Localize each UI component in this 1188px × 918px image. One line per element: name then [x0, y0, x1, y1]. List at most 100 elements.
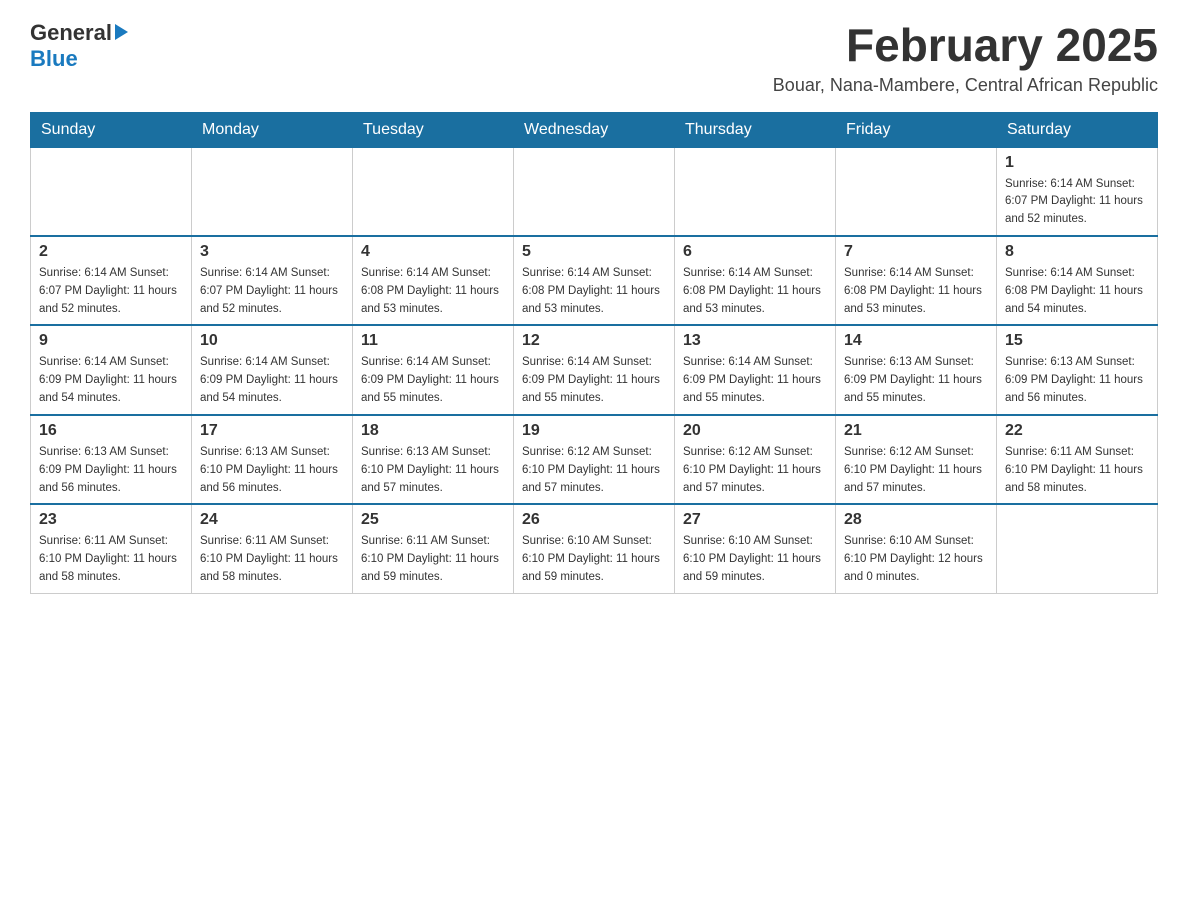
- calendar-cell: 6 Sunrise: 6:14 AM Sunset: 6:08 PM Daylig…: [675, 236, 836, 325]
- calendar-cell: 21Sunrise: 6:12 AM Sunset: 6:10 PM Dayli…: [836, 415, 997, 504]
- calendar-cell: 12 Sunrise: 6:14 AM Sunset: 6:09 PM Dayli…: [514, 325, 675, 414]
- day-info: Sunrise: 6:12 AM Sunset: 6:10 PM Dayligh…: [844, 444, 988, 497]
- calendar-cell: 27 Sunrise: 6:10 AM Sunset: 6:10 PM Dayli…: [675, 504, 836, 593]
- day-info: Sunrise: 6:14 AM Sunset: 6:08 PM Dayligh…: [522, 265, 666, 318]
- day-number: 9: [39, 332, 183, 350]
- calendar-cell: 10Sunrise: 6:14 AM Sunset: 6:09 PM Dayli…: [192, 325, 353, 414]
- weekday-header-saturday: Saturday: [997, 112, 1158, 147]
- calendar-cell: 5 Sunrise: 6:14 AM Sunset: 6:08 PM Daylig…: [514, 236, 675, 325]
- logo: General Blue: [30, 20, 128, 72]
- day-number: 6: [683, 243, 827, 261]
- calendar-week-4: 16 Sunrise: 6:13 AM Sunset: 6:09 PM Dayli…: [31, 415, 1158, 504]
- calendar-cell: [353, 147, 514, 236]
- calendar-cell: [675, 147, 836, 236]
- day-info: Sunrise: 6:14 AM Sunset: 6:07 PM Dayligh…: [1005, 176, 1149, 229]
- day-number: 27: [683, 511, 827, 529]
- calendar-cell: 28 Sunrise: 6:10 AM Sunset: 6:10 PM Dayli…: [836, 504, 997, 593]
- calendar-cell: 16 Sunrise: 6:13 AM Sunset: 6:09 PM Dayli…: [31, 415, 192, 504]
- calendar-week-5: 23 Sunrise: 6:11 AM Sunset: 6:10 PM Dayli…: [31, 504, 1158, 593]
- day-info: Sunrise: 6:14 AM Sunset: 6:09 PM Dayligh…: [361, 354, 505, 407]
- day-number: 26: [522, 511, 666, 529]
- calendar-cell: 26Sunrise: 6:10 AM Sunset: 6:10 PM Dayli…: [514, 504, 675, 593]
- day-number: 13: [683, 332, 827, 350]
- calendar-cell: [31, 147, 192, 236]
- calendar-week-1: 1 Sunrise: 6:14 AM Sunset: 6:07 PM Daylig…: [31, 147, 1158, 236]
- logo-arrow-icon: [115, 24, 128, 40]
- page-title: February 2025: [773, 20, 1158, 71]
- title-area: February 2025 Bouar, Nana-Mambere, Centr…: [773, 20, 1158, 96]
- calendar-cell: [997, 504, 1158, 593]
- calendar-cell: 3 Sunrise: 6:14 AM Sunset: 6:07 PM Daylig…: [192, 236, 353, 325]
- weekday-header-friday: Friday: [836, 112, 997, 147]
- day-number: 4: [361, 243, 505, 261]
- day-info: Sunrise: 6:14 AM Sunset: 6:09 PM Dayligh…: [39, 354, 183, 407]
- calendar-cell: 18Sunrise: 6:13 AM Sunset: 6:10 PM Dayli…: [353, 415, 514, 504]
- day-number: 12: [522, 332, 666, 350]
- day-number: 7: [844, 243, 988, 261]
- day-number: 2: [39, 243, 183, 261]
- day-number: 16: [39, 422, 183, 440]
- day-info: Sunrise: 6:14 AM Sunset: 6:08 PM Dayligh…: [683, 265, 827, 318]
- day-number: 3: [200, 243, 344, 261]
- calendar-cell: 2 Sunrise: 6:14 AM Sunset: 6:07 PM Daylig…: [31, 236, 192, 325]
- calendar-cell: 1 Sunrise: 6:14 AM Sunset: 6:07 PM Daylig…: [997, 147, 1158, 236]
- weekday-header-wednesday: Wednesday: [514, 112, 675, 147]
- calendar-cell: 23 Sunrise: 6:11 AM Sunset: 6:10 PM Dayli…: [31, 504, 192, 593]
- calendar-cell: 13Sunrise: 6:14 AM Sunset: 6:09 PM Dayli…: [675, 325, 836, 414]
- day-number: 25: [361, 511, 505, 529]
- day-number: 1: [1005, 154, 1149, 172]
- calendar-cell: [192, 147, 353, 236]
- day-number: 20: [683, 422, 827, 440]
- day-number: 22: [1005, 422, 1149, 440]
- day-info: Sunrise: 6:14 AM Sunset: 6:07 PM Dayligh…: [200, 265, 344, 318]
- page-header: General Blue February 2025 Bouar, Nana-M…: [30, 20, 1158, 96]
- day-number: 23: [39, 511, 183, 529]
- day-info: Sunrise: 6:11 AM Sunset: 6:10 PM Dayligh…: [39, 533, 183, 586]
- day-info: Sunrise: 6:14 AM Sunset: 6:08 PM Dayligh…: [361, 265, 505, 318]
- calendar-cell: 4 Sunrise: 6:14 AM Sunset: 6:08 PM Daylig…: [353, 236, 514, 325]
- calendar-cell: 17 Sunrise: 6:13 AM Sunset: 6:10 PM Dayli…: [192, 415, 353, 504]
- weekday-header-thursday: Thursday: [675, 112, 836, 147]
- day-number: 24: [200, 511, 344, 529]
- day-number: 15: [1005, 332, 1149, 350]
- day-info: Sunrise: 6:10 AM Sunset: 6:10 PM Dayligh…: [683, 533, 827, 586]
- calendar-cell: 7 Sunrise: 6:14 AM Sunset: 6:08 PM Daylig…: [836, 236, 997, 325]
- day-info: Sunrise: 6:14 AM Sunset: 6:08 PM Dayligh…: [844, 265, 988, 318]
- day-info: Sunrise: 6:14 AM Sunset: 6:07 PM Dayligh…: [39, 265, 183, 318]
- day-info: Sunrise: 6:11 AM Sunset: 6:10 PM Dayligh…: [200, 533, 344, 586]
- day-info: Sunrise: 6:10 AM Sunset: 6:10 PM Dayligh…: [844, 533, 988, 586]
- day-info: Sunrise: 6:13 AM Sunset: 6:09 PM Dayligh…: [39, 444, 183, 497]
- day-number: 5: [522, 243, 666, 261]
- day-info: Sunrise: 6:13 AM Sunset: 6:10 PM Dayligh…: [200, 444, 344, 497]
- day-number: 28: [844, 511, 988, 529]
- weekday-header-row: SundayMondayTuesdayWednesdayThursdayFrid…: [31, 112, 1158, 147]
- calendar-cell: 15 Sunrise: 6:13 AM Sunset: 6:09 PM Dayli…: [997, 325, 1158, 414]
- calendar-cell: 8Sunrise: 6:14 AM Sunset: 6:08 PM Daylig…: [997, 236, 1158, 325]
- calendar-cell: [514, 147, 675, 236]
- day-number: 17: [200, 422, 344, 440]
- day-number: 10: [200, 332, 344, 350]
- weekday-header-sunday: Sunday: [31, 112, 192, 147]
- day-info: Sunrise: 6:12 AM Sunset: 6:10 PM Dayligh…: [522, 444, 666, 497]
- logo-blue-text: Blue: [30, 46, 78, 72]
- calendar-cell: 25 Sunrise: 6:11 AM Sunset: 6:10 PM Dayli…: [353, 504, 514, 593]
- weekday-header-tuesday: Tuesday: [353, 112, 514, 147]
- day-info: Sunrise: 6:11 AM Sunset: 6:10 PM Dayligh…: [1005, 444, 1149, 497]
- day-info: Sunrise: 6:13 AM Sunset: 6:10 PM Dayligh…: [361, 444, 505, 497]
- calendar-week-3: 9 Sunrise: 6:14 AM Sunset: 6:09 PM Daylig…: [31, 325, 1158, 414]
- day-info: Sunrise: 6:14 AM Sunset: 6:09 PM Dayligh…: [522, 354, 666, 407]
- day-number: 8: [1005, 243, 1149, 261]
- day-number: 14: [844, 332, 988, 350]
- day-info: Sunrise: 6:11 AM Sunset: 6:10 PM Dayligh…: [361, 533, 505, 586]
- day-info: Sunrise: 6:12 AM Sunset: 6:10 PM Dayligh…: [683, 444, 827, 497]
- calendar-cell: 24 Sunrise: 6:11 AM Sunset: 6:10 PM Dayli…: [192, 504, 353, 593]
- calendar-cell: 11Sunrise: 6:14 AM Sunset: 6:09 PM Dayli…: [353, 325, 514, 414]
- calendar-cell: [836, 147, 997, 236]
- calendar-week-2: 2 Sunrise: 6:14 AM Sunset: 6:07 PM Daylig…: [31, 236, 1158, 325]
- calendar-table: SundayMondayTuesdayWednesdayThursdayFrid…: [30, 112, 1158, 594]
- day-info: Sunrise: 6:13 AM Sunset: 6:09 PM Dayligh…: [844, 354, 988, 407]
- page-subtitle: Bouar, Nana-Mambere, Central African Rep…: [773, 75, 1158, 96]
- day-number: 19: [522, 422, 666, 440]
- weekday-header-monday: Monday: [192, 112, 353, 147]
- day-info: Sunrise: 6:13 AM Sunset: 6:09 PM Dayligh…: [1005, 354, 1149, 407]
